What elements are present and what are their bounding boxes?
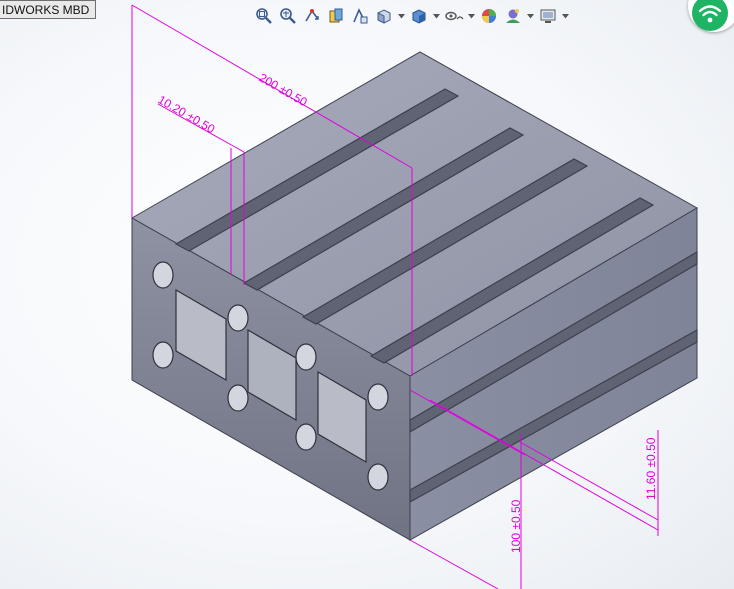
view-orientation-dropdown-icon[interactable] — [397, 5, 406, 27]
model-viewport[interactable]: 200 ±0.50 10.20 ±0.50 100 ±0.50 11.60 ±0… — [0, 0, 734, 589]
view-settings-icon[interactable] — [537, 5, 559, 27]
hide-show-dropdown-icon[interactable] — [467, 5, 476, 27]
section-view-icon[interactable] — [325, 5, 347, 27]
hide-show-items-icon[interactable] — [443, 5, 465, 27]
apply-scene-icon[interactable] — [502, 5, 524, 27]
dim-slot-offset-label[interactable]: 10.20 ±0.50 — [156, 92, 218, 136]
edit-appearance-icon[interactable] — [478, 5, 500, 27]
apply-scene-dropdown-icon[interactable] — [526, 5, 535, 27]
mbd-tab[interactable]: IDWORKS MBD — [0, 0, 97, 19]
view-settings-dropdown-icon[interactable] — [561, 5, 570, 27]
dim-length-label[interactable]: 200 ±0.50 — [257, 70, 310, 109]
mbd-tab-label: IDWORKS MBD — [2, 3, 90, 17]
aluminium-profile[interactable] — [130, 51, 699, 541]
display-style-dropdown-icon[interactable] — [432, 5, 441, 27]
display-style-icon[interactable] — [408, 5, 430, 27]
dim-edge-height-label[interactable]: 11.60 ±0.50 — [644, 437, 658, 500]
previous-view-icon[interactable] — [301, 5, 323, 27]
heads-up-view-toolbar — [253, 4, 570, 28]
zoom-to-fit-icon[interactable] — [253, 5, 275, 27]
network-status-badge[interactable] — [688, 0, 734, 32]
dynamic-annotation-icon[interactable] — [349, 5, 371, 27]
wifi-icon — [692, 0, 728, 31]
view-orientation-icon[interactable] — [373, 5, 395, 27]
dim-height-label[interactable]: 100 ±0.50 — [509, 499, 523, 553]
zoom-to-area-icon[interactable] — [277, 5, 299, 27]
